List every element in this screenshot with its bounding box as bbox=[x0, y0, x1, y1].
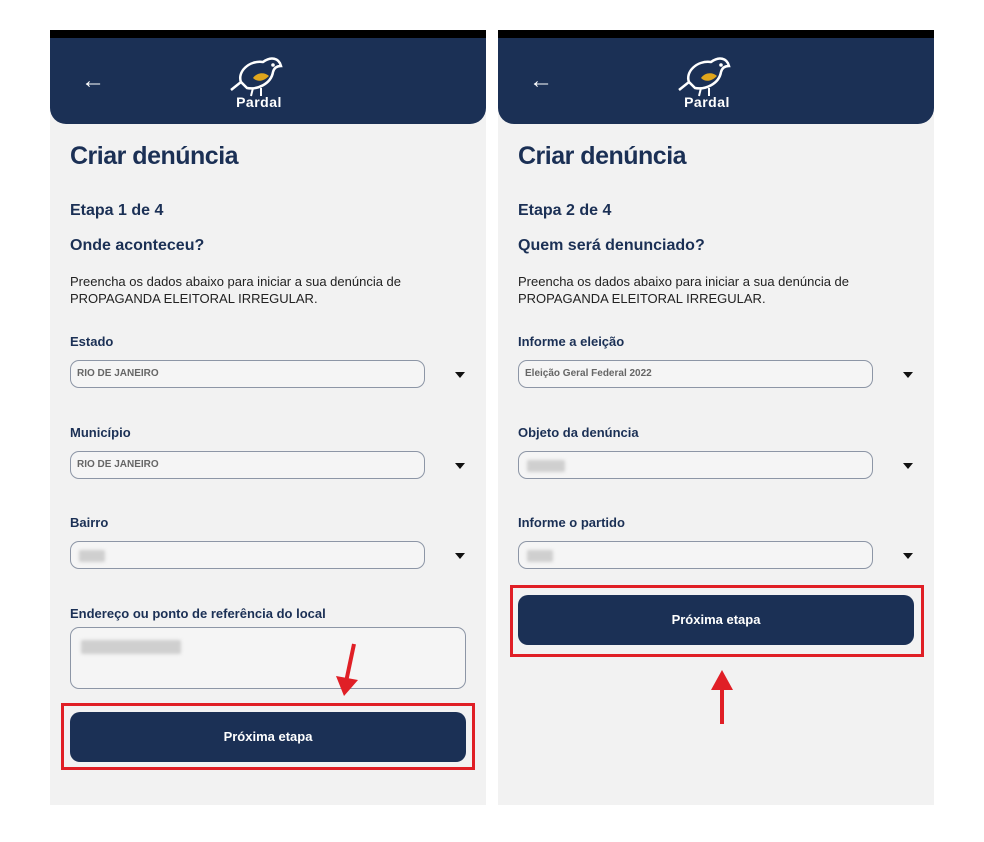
chevron-down-icon[interactable] bbox=[902, 370, 914, 380]
step-indicator: Etapa 1 de 4 bbox=[70, 202, 164, 219]
arrow-up-icon bbox=[711, 670, 733, 724]
endereco-label: Endereço ou ponto de referência do local bbox=[70, 606, 326, 621]
step-indicator: Etapa 2 de 4 bbox=[518, 202, 612, 219]
estado-label: Estado bbox=[70, 334, 114, 349]
bird-icon bbox=[678, 57, 731, 97]
status-bar bbox=[50, 30, 486, 38]
highlight-box bbox=[61, 703, 475, 770]
logo-text: Pardal bbox=[684, 94, 730, 110]
blurred-value bbox=[79, 550, 105, 562]
section-question: Quem será denunciado? bbox=[518, 237, 705, 254]
chevron-down-icon[interactable] bbox=[454, 370, 466, 380]
estado-select[interactable]: RIO DE JANEIRO bbox=[70, 360, 425, 388]
blurred-value bbox=[527, 460, 565, 472]
status-bar bbox=[498, 30, 934, 38]
bairro-select[interactable] bbox=[70, 541, 425, 569]
logo-text: Pardal bbox=[236, 94, 282, 110]
highlight-box bbox=[510, 585, 924, 657]
arrow-left-icon[interactable]: ← bbox=[528, 68, 554, 94]
endereco-textarea[interactable] bbox=[70, 627, 466, 689]
partido-label: Informe o partido bbox=[518, 515, 625, 530]
screen-step-1: ← Pardal Criar denúncia Etapa 1 de 4 Ond… bbox=[50, 30, 486, 805]
chevron-down-icon[interactable] bbox=[454, 551, 466, 561]
section-question: Onde aconteceu? bbox=[70, 237, 205, 254]
page-title: Criar denúncia bbox=[518, 142, 687, 170]
chevron-down-icon[interactable] bbox=[902, 461, 914, 471]
description-text: Preencha os dados abaixo para iniciar a … bbox=[518, 274, 850, 306]
municipio-label: Município bbox=[70, 425, 131, 440]
eleicao-select[interactable]: Eleição Geral Federal 2022 bbox=[518, 360, 873, 388]
arrow-down-icon bbox=[336, 643, 358, 696]
blurred-value bbox=[81, 640, 181, 654]
municipio-select[interactable]: RIO DE JANEIRO bbox=[70, 451, 425, 479]
description-text: Preencha os dados abaixo para iniciar a … bbox=[70, 274, 402, 306]
app-header: ← Pardal bbox=[50, 38, 486, 124]
pardal-logo: Pardal bbox=[227, 52, 287, 114]
objeto-select[interactable] bbox=[518, 451, 873, 479]
chevron-down-icon[interactable] bbox=[902, 551, 914, 561]
blurred-value bbox=[527, 550, 553, 562]
page-title: Criar denúncia bbox=[70, 142, 239, 170]
bird-icon bbox=[230, 57, 283, 97]
app-header: ← Pardal bbox=[498, 38, 934, 124]
eleicao-label: Informe a eleição bbox=[518, 334, 625, 349]
bairro-label: Bairro bbox=[70, 515, 109, 530]
pardal-logo: Pardal bbox=[675, 52, 735, 114]
partido-select[interactable] bbox=[518, 541, 873, 569]
arrow-left-icon[interactable]: ← bbox=[80, 68, 106, 94]
objeto-label: Objeto da denúncia bbox=[518, 425, 639, 440]
chevron-down-icon[interactable] bbox=[454, 461, 466, 471]
